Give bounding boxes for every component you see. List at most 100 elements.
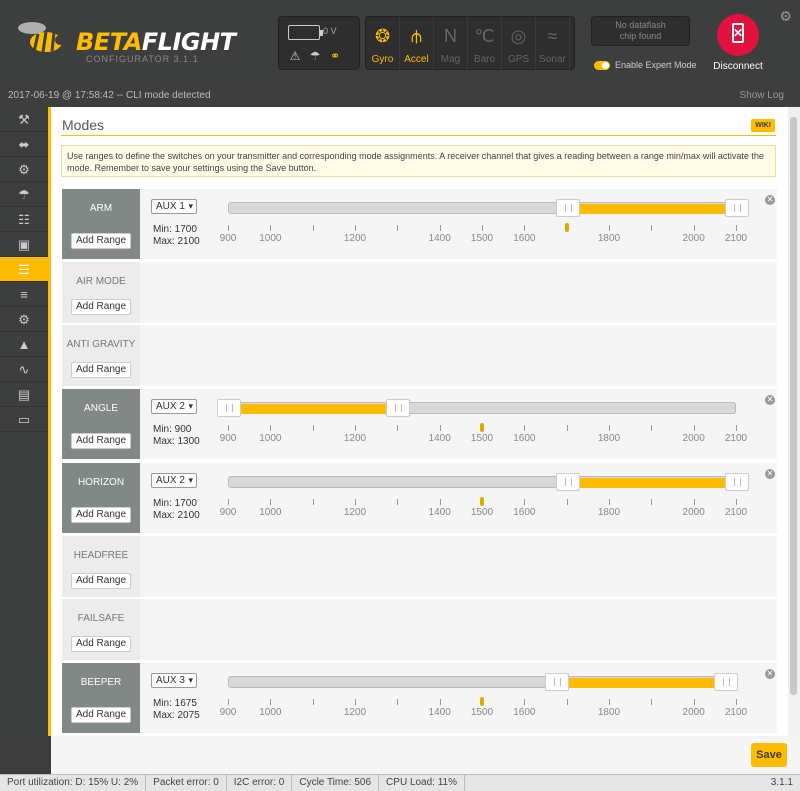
range-max: Max: 2100	[153, 510, 200, 521]
range-values: Min: 1675 Max: 2075	[153, 698, 200, 722]
nav-modes[interactable]: ☰	[0, 257, 48, 282]
range-min-handle[interactable]	[555, 473, 580, 491]
range-slider[interactable]	[228, 473, 749, 491]
scale-label: 1400	[428, 233, 451, 244]
scale-tick	[228, 225, 229, 231]
disconnect-button[interactable]: ✕ Disconnect	[706, 14, 770, 78]
scale-label: 1000	[259, 707, 282, 718]
range-max-handle[interactable]	[714, 673, 739, 691]
save-button[interactable]: Save	[751, 743, 787, 767]
sensor-label: Baro	[473, 54, 496, 65]
scale-tick	[312, 699, 314, 705]
range-max-handle[interactable]	[725, 199, 749, 217]
scale-tick	[566, 499, 568, 505]
add-range-button[interactable]: Add Range	[71, 507, 131, 523]
range-min: Min: 1675	[153, 698, 197, 709]
scale-tick	[736, 699, 737, 705]
mode-name-cell: AIR MODE Add Range	[62, 262, 140, 323]
scale-labels: 900 1000 1200 1400 1500 1600 1800 2000 2100	[220, 433, 747, 445]
range-max-handle[interactable]	[725, 473, 749, 491]
add-range-button[interactable]: Add Range	[71, 707, 131, 723]
scale-labels: 900 1000 1200 1400 1500 1600 1800 2000 2100	[220, 233, 747, 245]
mode-name: AIR MODE	[76, 276, 126, 287]
scale-label: 900	[219, 433, 237, 444]
nav-setup[interactable]: ⚒	[0, 107, 48, 132]
nav-adjustments[interactable]: ≡	[0, 282, 48, 307]
nav-motors[interactable]: ▲	[0, 332, 48, 357]
scrollbar[interactable]	[788, 107, 800, 736]
nav-cli[interactable]: ▤	[0, 382, 48, 407]
remove-range-icon[interactable]: ✕	[765, 395, 775, 405]
scale-tick	[736, 499, 737, 505]
battery-icon	[288, 25, 323, 40]
scale-label: 2000	[682, 507, 705, 518]
scale-tick	[693, 499, 695, 505]
aux-channel-select[interactable]: AUX 3	[151, 673, 197, 688]
nav-ports[interactable]: ⬌	[0, 132, 48, 157]
range-values: Min: 900 Max: 1300	[153, 424, 200, 448]
scale-tick	[651, 499, 653, 505]
sensor-sonar: ≈ Sonar	[536, 17, 570, 71]
add-range-button[interactable]: Add Range	[71, 636, 131, 652]
range-min-handle[interactable]	[217, 399, 241, 417]
wiki-button[interactable]: WIKI	[751, 119, 775, 132]
range-slider[interactable]	[228, 673, 739, 691]
gear-icon[interactable]: ⚙	[779, 8, 792, 25]
usb-disconnect-icon: ✕	[717, 14, 759, 56]
log-bar: 2017-06-19 @ 17:58:42 -- CLI mode detect…	[0, 86, 800, 107]
scale-tick	[736, 225, 737, 231]
range-max-handle[interactable]	[386, 399, 411, 417]
nav-failsafe[interactable]: ☂	[0, 182, 48, 207]
show-log-link[interactable]: Show Log	[740, 86, 784, 106]
motors-icon: ▲	[17, 337, 31, 352]
add-range-button[interactable]: Add Range	[71, 299, 131, 315]
nav-servos[interactable]: ⚙	[0, 307, 48, 332]
add-range-button[interactable]: Add Range	[71, 362, 131, 378]
channel-value-marker	[564, 223, 569, 232]
scale-label: 2000	[682, 707, 705, 718]
scale-label: 1000	[259, 507, 282, 518]
range-min-handle[interactable]	[545, 673, 570, 691]
range-values: Min: 1700 Max: 2100	[153, 224, 200, 248]
adjustments-icon: ≡	[20, 287, 28, 302]
nav-osd[interactable]: ▭	[0, 407, 48, 432]
port-utilization: Port utilization: D: 15% U: 2%	[0, 775, 147, 791]
mode-name-cell: ARM Add Range	[62, 189, 140, 259]
remove-range-icon[interactable]: ✕	[765, 195, 775, 205]
remove-range-icon[interactable]: ✕	[765, 669, 775, 679]
content-footer	[51, 736, 800, 774]
range-min-handle[interactable]	[555, 199, 580, 217]
gps-icon: ◎	[510, 26, 527, 46]
scale-tick	[270, 699, 272, 705]
cycle-time: Cycle Time: 506	[292, 775, 380, 791]
scrollbar-thumb[interactable]	[790, 117, 797, 695]
range-slider[interactable]	[217, 399, 736, 417]
scale-tick	[693, 225, 695, 231]
expert-mode-toggle[interactable]: Enable Expert Mode	[594, 60, 697, 70]
scale-label: 1500	[470, 707, 494, 718]
blackbox-icon: ∿	[18, 362, 30, 377]
nav-pid-tuning[interactable]: ☷	[0, 207, 48, 232]
channel-value-marker	[480, 423, 484, 432]
range-fill	[567, 204, 737, 214]
nav-configuration[interactable]: ⚙	[0, 157, 48, 182]
add-range-button[interactable]: Add Range	[71, 433, 131, 449]
packet-error: Packet error: 0	[146, 775, 227, 791]
nav-blackbox[interactable]: ∿	[0, 357, 48, 382]
add-range-button[interactable]: Add Range	[71, 573, 131, 589]
scale-tick	[355, 699, 356, 705]
add-range-button[interactable]: Add Range	[71, 233, 131, 249]
mode-name: BEEPER	[80, 677, 122, 688]
toggle-switch[interactable]	[594, 60, 610, 70]
receiver-icon: ▣	[17, 237, 31, 252]
aux-channel-select[interactable]: AUX 2	[151, 473, 197, 488]
remove-range-icon[interactable]: ✕	[765, 469, 775, 479]
nav-receiver[interactable]: ▣	[0, 232, 48, 257]
aux-channel-select[interactable]: AUX 1	[151, 199, 197, 214]
aux-channel-select[interactable]: AUX 2	[151, 399, 197, 414]
header: BETAFLIGHT CONFIGURATOR 3.1.1 0 V ⚠ ☂ ⚭ ❂ G…	[0, 0, 800, 86]
scale-tick	[270, 225, 272, 231]
range-slider[interactable]	[228, 199, 749, 217]
range-fill	[229, 404, 399, 414]
mode-name-cell: ANTI GRAVITY Add Range	[62, 325, 140, 386]
